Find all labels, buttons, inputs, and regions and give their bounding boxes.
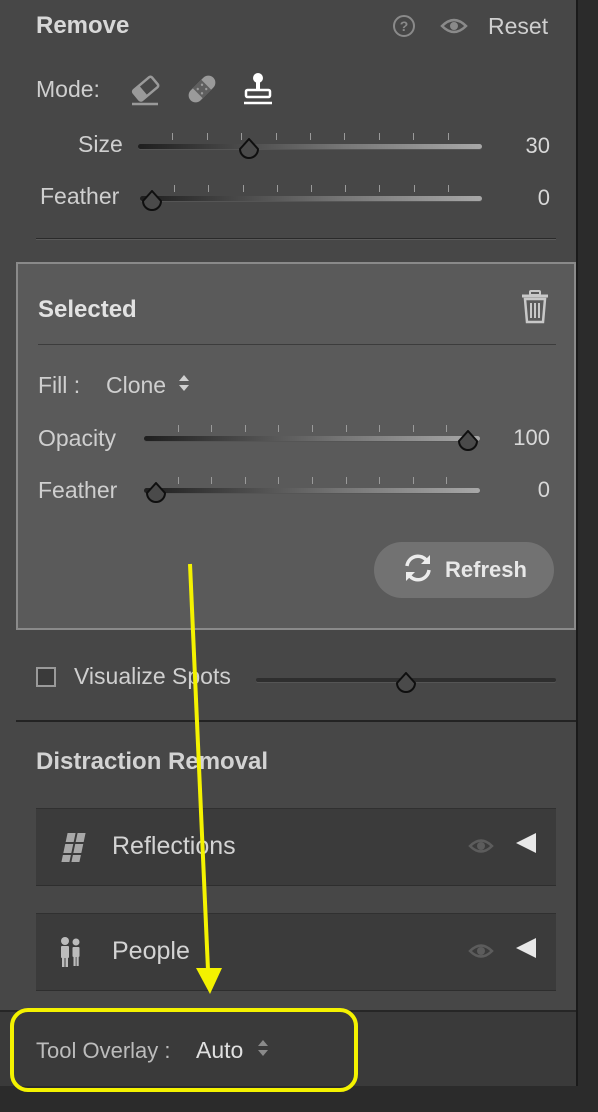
slider-tick <box>178 477 179 484</box>
slider-tick <box>243 185 244 192</box>
slider-tick <box>310 133 311 140</box>
fill-label: Fill : <box>38 372 81 398</box>
slider-tick <box>277 185 278 192</box>
slider-thumb[interactable] <box>395 672 417 694</box>
divider <box>36 238 556 240</box>
size-label: Size <box>78 131 123 157</box>
slider-tick <box>379 425 380 432</box>
visualize-spots-checkbox[interactable] <box>36 667 56 687</box>
reflections-icon <box>58 831 88 868</box>
trash-icon[interactable] <box>520 290 550 324</box>
slider-tick <box>379 185 380 192</box>
reflections-row[interactable]: Reflections <box>36 808 556 886</box>
slider-tick <box>276 133 277 140</box>
visualize-spots-label: Visualize Spots <box>74 663 231 689</box>
refresh-label: Refresh <box>445 557 527 582</box>
opacity-slider[interactable] <box>144 425 480 451</box>
slider-tick <box>413 133 414 140</box>
feather-label: Feather <box>40 183 120 209</box>
slider-tick <box>446 477 447 484</box>
selected-panel: Selected Fill : Clone Opacity 100 Feathe… <box>16 262 576 630</box>
slider-tick <box>448 185 449 192</box>
fill-value: Clone <box>106 372 167 398</box>
slider-tick <box>208 185 209 192</box>
help-icon[interactable]: ? <box>393 15 415 37</box>
expand-triangle-icon[interactable] <box>516 833 536 853</box>
slider-tick <box>312 425 313 432</box>
bandage-icon[interactable] <box>184 71 220 107</box>
slider-tick <box>446 425 447 432</box>
feather-value[interactable]: 0 <box>490 185 550 211</box>
slider-tick <box>413 425 414 432</box>
slider-tick <box>278 425 279 432</box>
size-slider[interactable] <box>138 133 482 159</box>
fill-select[interactable]: Clone <box>106 372 190 399</box>
slider-tick <box>345 185 346 192</box>
slider-tick <box>278 477 279 484</box>
distraction-removal-title: Distraction Removal <box>36 748 269 775</box>
slider-thumb[interactable] <box>145 482 167 504</box>
slider-tick <box>414 185 415 192</box>
slider-tick <box>178 425 179 432</box>
reset-button[interactable]: Reset <box>488 13 548 40</box>
slider-tick <box>245 425 246 432</box>
slider-tick <box>413 477 414 484</box>
slider-tick <box>245 477 246 484</box>
people-label: People <box>112 937 190 965</box>
size-value[interactable]: 30 <box>490 133 550 159</box>
eraser-icon[interactable] <box>128 71 164 107</box>
reflections-label: Reflections <box>112 832 236 860</box>
slider-tick <box>346 425 347 432</box>
slider-thumb[interactable] <box>141 190 163 212</box>
selected-feather-label: Feather <box>38 477 118 503</box>
selected-divider <box>38 344 556 346</box>
slider-tick <box>207 133 208 140</box>
updown-icon <box>178 374 190 397</box>
slider-tick <box>448 133 449 140</box>
slider-tick <box>379 477 380 484</box>
eye-icon[interactable] <box>468 941 494 966</box>
remove-panel: Remove ? Reset Mode: Size 30 Feather 0 S… <box>0 0 578 1086</box>
slider-tick <box>211 477 212 484</box>
section-divider <box>16 720 576 722</box>
slider-thumb[interactable] <box>238 138 260 160</box>
selected-feather-value[interactable]: 0 <box>490 477 550 503</box>
mode-label: Mode: <box>36 76 100 102</box>
opacity-label: Opacity <box>38 425 116 451</box>
expand-triangle-icon[interactable] <box>516 938 536 958</box>
people-icon <box>58 936 84 973</box>
eye-icon[interactable] <box>440 16 468 41</box>
slider-tick <box>344 133 345 140</box>
remove-title: Remove <box>36 12 130 39</box>
slider-tick <box>211 425 212 432</box>
visualize-spots-slider[interactable] <box>256 667 556 693</box>
annotation-highlight <box>10 1008 358 1092</box>
slider-tick <box>311 185 312 192</box>
clone-stamp-icon[interactable] <box>240 71 276 107</box>
slider-tick <box>379 133 380 140</box>
opacity-value[interactable]: 100 <box>490 425 550 451</box>
eye-icon[interactable] <box>468 836 494 861</box>
refresh-button[interactable]: Refresh <box>374 542 554 598</box>
slider-tick <box>312 477 313 484</box>
slider-tick <box>172 133 173 140</box>
refresh-icon <box>401 551 435 590</box>
people-row[interactable]: People <box>36 913 556 991</box>
selected-feather-slider[interactable] <box>144 477 480 503</box>
slider-thumb[interactable] <box>457 430 479 452</box>
feather-slider[interactable] <box>140 185 482 211</box>
slider-tick <box>346 477 347 484</box>
slider-tick <box>174 185 175 192</box>
selected-title: Selected <box>38 296 137 323</box>
